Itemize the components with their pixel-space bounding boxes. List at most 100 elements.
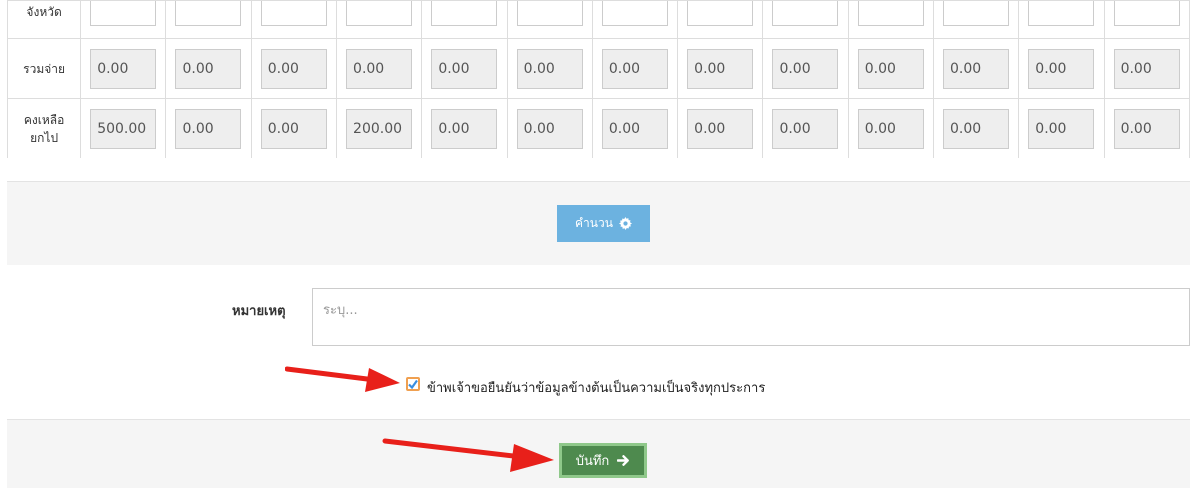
row-label-line: รวมจ่าย bbox=[23, 61, 66, 76]
confirm-checkbox[interactable] bbox=[406, 377, 420, 391]
table-cell: 0.00 bbox=[591, 98, 679, 158]
amount-input[interactable]: 0.00 bbox=[601, 108, 668, 149]
table-cell: 0.00 bbox=[762, 98, 849, 158]
table-cell bbox=[762, 0, 849, 39]
table-cell: 0.00 bbox=[932, 38, 1020, 99]
amount-input[interactable]: 0.00 bbox=[772, 108, 839, 149]
row-label: จังหวัด bbox=[7, 0, 82, 39]
table-cell: 0.00 bbox=[250, 98, 338, 158]
calculate-button[interactable]: คำนวน bbox=[557, 205, 650, 242]
amount-input[interactable]: 0.00 bbox=[687, 48, 754, 89]
amount-input[interactable]: 0.00 bbox=[687, 108, 754, 149]
amount-input[interactable]: 0.00 bbox=[943, 108, 1009, 149]
amount-input[interactable]: 0.00 bbox=[1028, 48, 1095, 89]
table-cell: 0.00 bbox=[336, 38, 423, 99]
amount-input[interactable] bbox=[1028, 0, 1095, 26]
amount-input[interactable]: 0.00 bbox=[772, 48, 839, 89]
row-label: รวมจ่าย bbox=[7, 38, 82, 99]
table-cell: 0.00 bbox=[250, 38, 338, 99]
amount-input[interactable] bbox=[175, 0, 242, 26]
annotation-arrow-save bbox=[382, 438, 554, 472]
amount-input[interactable]: 200.00 bbox=[346, 108, 413, 149]
amount-input[interactable] bbox=[90, 0, 157, 26]
amount-input[interactable]: 0.00 bbox=[431, 108, 498, 149]
amount-input[interactable]: 0.00 bbox=[431, 48, 498, 89]
row-label-line: คงเหลือ bbox=[23, 112, 65, 127]
note-textarea[interactable]: ระบุ... bbox=[312, 288, 1190, 346]
note-placeholder: ระบุ... bbox=[323, 303, 358, 318]
amount-input[interactable]: 500.00 bbox=[90, 108, 157, 149]
budget-grid: จังหวัดรวมจ่าย 0.00 0.00 0.00 0.00 0.00 0.00 0.… bbox=[7, 0, 1190, 158]
amount-input[interactable]: 0.00 bbox=[346, 48, 413, 89]
table-cell bbox=[250, 0, 338, 39]
amount-input[interactable] bbox=[687, 0, 754, 26]
confirm-label[interactable]: ข้าพเจ้าขอยืนยันว่าข้อมูลข้างต้นเป็นความ… bbox=[427, 377, 765, 398]
gear-icon bbox=[618, 217, 632, 230]
amount-input[interactable] bbox=[943, 0, 1009, 26]
table-cell: 0.00 bbox=[165, 38, 252, 99]
table-cell bbox=[80, 0, 167, 39]
table-cell: 0.00 bbox=[762, 38, 849, 99]
table-cell: 0.00 bbox=[847, 98, 935, 158]
amount-input[interactable] bbox=[1113, 0, 1180, 26]
table-cell: 0.00 bbox=[847, 38, 935, 99]
table-cell bbox=[336, 0, 423, 39]
table-cell: 0.00 bbox=[506, 38, 593, 99]
row-label: คงเหลือยกไป bbox=[7, 98, 82, 158]
amount-input[interactable]: 0.00 bbox=[943, 48, 1009, 89]
table-cell: 0.00 bbox=[591, 38, 679, 99]
table-cell bbox=[421, 0, 508, 39]
table-cell bbox=[677, 0, 764, 39]
table-cell: 0.00 bbox=[1018, 38, 1105, 99]
amount-input[interactable]: 0.00 bbox=[1028, 108, 1095, 149]
table-cell bbox=[1018, 0, 1105, 39]
amount-input[interactable]: 0.00 bbox=[516, 108, 583, 149]
table-cell: 0.00 bbox=[421, 98, 508, 158]
amount-input[interactable] bbox=[516, 0, 583, 26]
table-row: รวมจ่าย 0.00 0.00 0.00 0.00 0.00 0.00 0.00 0.00 0… bbox=[7, 38, 1190, 99]
table-cell bbox=[1103, 0, 1190, 39]
save-button-label: บันทึก bbox=[575, 453, 610, 468]
table-cell: 0.00 bbox=[165, 98, 252, 158]
table-cell: 0.00 bbox=[1018, 98, 1105, 158]
table-cell bbox=[591, 0, 679, 39]
table-cell bbox=[506, 0, 593, 39]
checkmark-icon bbox=[408, 379, 418, 389]
amount-input[interactable]: 0.00 bbox=[857, 48, 924, 89]
table-cell: 0.00 bbox=[421, 38, 508, 99]
amount-input[interactable] bbox=[772, 0, 839, 26]
amount-input[interactable]: 0.00 bbox=[857, 108, 924, 149]
annotation-arrow-checkbox bbox=[285, 366, 400, 392]
amount-input[interactable]: 0.00 bbox=[516, 48, 583, 89]
table-cell: 200.00 bbox=[336, 98, 423, 158]
amount-input[interactable] bbox=[431, 0, 498, 26]
row-label-line: ยกไป bbox=[30, 130, 59, 145]
amount-input[interactable]: 0.00 bbox=[175, 48, 242, 89]
amount-input[interactable]: 0.00 bbox=[1113, 108, 1180, 149]
table-cell: 0.00 bbox=[1103, 98, 1190, 158]
arrow-right-icon bbox=[617, 455, 630, 466]
table-cell: 0.00 bbox=[506, 98, 593, 158]
table-cell bbox=[847, 0, 935, 39]
save-button[interactable]: บันทึก bbox=[559, 443, 647, 478]
amount-input[interactable] bbox=[260, 0, 327, 26]
table-cell: 0.00 bbox=[1103, 38, 1190, 99]
amount-input[interactable]: 0.00 bbox=[1113, 48, 1180, 89]
amount-input[interactable]: 0.00 bbox=[90, 48, 157, 89]
note-label: หมายเหตุ bbox=[232, 304, 286, 319]
calculate-button-label: คำนวน bbox=[575, 216, 613, 230]
amount-input[interactable] bbox=[346, 0, 413, 26]
table-cell bbox=[165, 0, 252, 39]
table-cell: 0.00 bbox=[932, 98, 1020, 158]
amount-input[interactable] bbox=[857, 0, 924, 26]
table-cell: 0.00 bbox=[677, 98, 764, 158]
table-cell bbox=[932, 0, 1020, 39]
amount-input[interactable] bbox=[601, 0, 668, 26]
amount-input[interactable]: 0.00 bbox=[260, 48, 327, 89]
table-cell: 0.00 bbox=[677, 38, 764, 99]
amount-input[interactable]: 0.00 bbox=[601, 48, 668, 89]
amount-input[interactable]: 0.00 bbox=[260, 108, 327, 149]
amount-input[interactable]: 0.00 bbox=[175, 108, 242, 149]
table-row: คงเหลือ ยกไป 500.00 0.00 0.00 200.00 0.00 0.00 0… bbox=[7, 98, 1190, 158]
table-cell: 0.00 bbox=[80, 38, 167, 99]
